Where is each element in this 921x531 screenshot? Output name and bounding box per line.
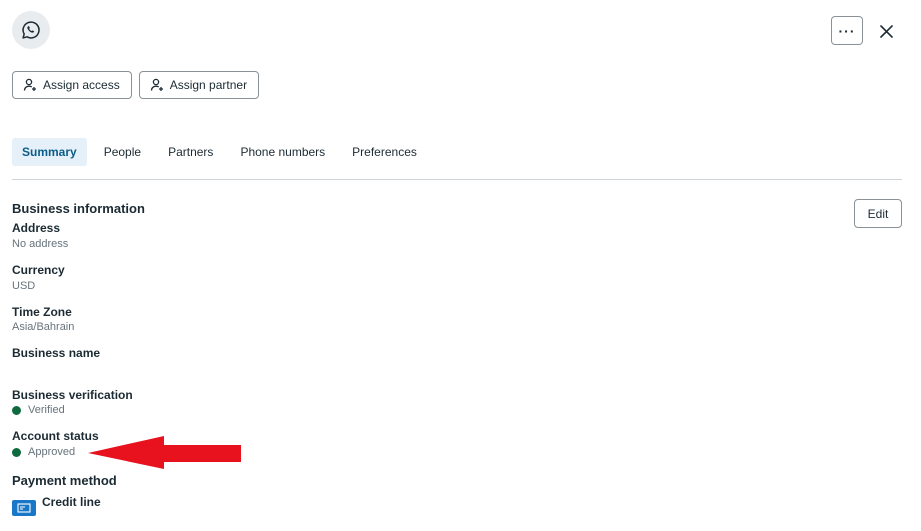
tab-phone-numbers[interactable]: Phone numbers xyxy=(230,138,335,166)
credit-card-icon xyxy=(12,500,36,516)
assign-partner-label: Assign partner xyxy=(169,78,248,92)
account-status-value: Approved xyxy=(28,446,76,458)
currency-value: USD xyxy=(12,280,36,292)
assign-access-button[interactable]: Assign access xyxy=(12,71,132,99)
tab-partners[interactable]: Partners xyxy=(158,138,223,166)
business-name-label: Business name xyxy=(12,346,101,360)
edit-button[interactable]: Edit xyxy=(854,199,902,228)
tab-people[interactable]: People xyxy=(94,138,151,166)
address-label: Address xyxy=(12,221,61,235)
close-icon[interactable] xyxy=(876,21,896,41)
tab-preferences[interactable]: Preferences xyxy=(342,138,427,166)
whatsapp-icon xyxy=(12,11,50,49)
payment-method-title: Payment method xyxy=(12,473,117,488)
business-verification-label: Business verification xyxy=(12,388,133,402)
timezone-label: Time Zone xyxy=(12,305,72,319)
add-person-icon xyxy=(23,78,36,91)
action-row: Assign access Assign partner xyxy=(12,71,260,99)
tab-divider xyxy=(12,179,902,180)
currency-label: Currency xyxy=(12,263,65,277)
business-information-title: Business information xyxy=(12,201,145,216)
add-person-icon xyxy=(150,78,163,91)
verification-value: Verified xyxy=(28,404,65,416)
status-dot-icon xyxy=(12,447,21,457)
verification-status: Verified xyxy=(12,404,65,416)
status-dot-icon xyxy=(12,405,21,415)
timezone-value: Asia/Bahrain xyxy=(12,321,75,333)
assign-access-label: Assign access xyxy=(43,78,120,92)
tab-summary[interactable]: Summary xyxy=(12,138,87,166)
tab-bar: Summary People Partners Phone numbers Pr… xyxy=(12,138,434,166)
more-options-button[interactable]: ··· xyxy=(831,16,863,45)
address-value: No address xyxy=(12,238,69,250)
account-status-label: Account status xyxy=(12,429,99,443)
red-arrow-icon xyxy=(88,436,241,469)
credit-line-label: Credit line xyxy=(42,495,101,509)
assign-partner-button[interactable]: Assign partner xyxy=(138,71,260,99)
account-status: Approved xyxy=(12,446,75,458)
